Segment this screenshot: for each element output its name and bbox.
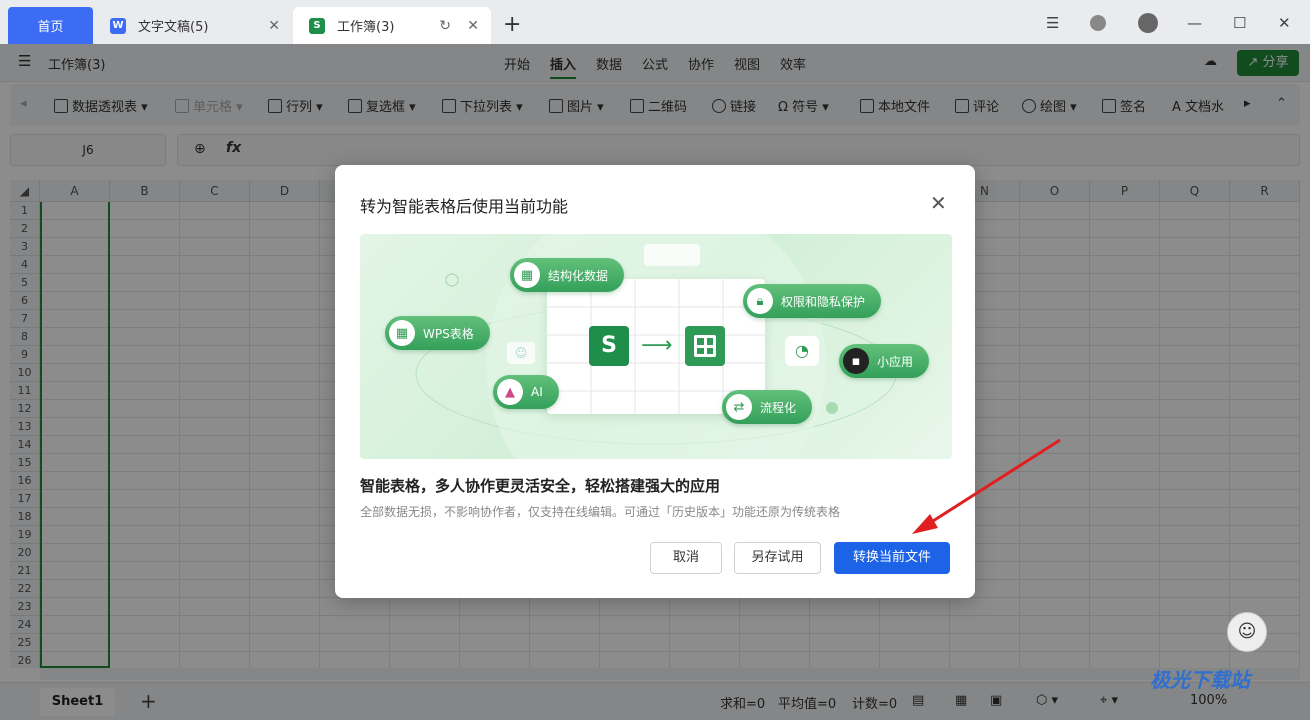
cancel-button[interactable]: 取消 (650, 542, 722, 574)
maximize-icon[interactable]: ☐ (1233, 14, 1246, 32)
table-icon: ▦ (514, 262, 540, 288)
chat-icon[interactable] (1090, 15, 1106, 31)
convert-dialog: 转为智能表格后使用当前功能 ✕ S ⟶ ▦ 结构化数据 🔒︎ 权限和隐私保护 ▦… (335, 165, 975, 598)
menu-icon[interactable]: ☰ (1046, 14, 1059, 32)
avatar[interactable] (1138, 13, 1158, 33)
spreadsheet-icon: ▦ (389, 320, 415, 346)
refresh-icon[interactable]: ↻ (439, 18, 451, 34)
tab-document[interactable]: W 文字文稿(5) ✕ (100, 7, 292, 44)
tab-workbook-label: 工作簿(3) (337, 20, 395, 35)
smart-table-logo (685, 326, 725, 366)
wps-spreadsheet-logo: S (589, 326, 629, 366)
word-doc-icon: W (110, 17, 126, 34)
pill-ai: ▲ AI (493, 375, 559, 409)
tab-bar: 首页 W 文字文稿(5) ✕ S 工作簿(3) ↻ ✕ + ☰ — ☐ ✕ (0, 0, 1310, 44)
new-tab-button[interactable]: + (503, 12, 521, 37)
dialog-title: 转为智能表格后使用当前功能 (360, 197, 569, 216)
user-icon: ☺ (507, 342, 535, 364)
tab-workbook[interactable]: S 工作簿(3) ↻ ✕ (293, 7, 491, 44)
tab-home[interactable]: 首页 (8, 7, 93, 44)
app-icon: ▪ (843, 348, 869, 374)
tab-document-label: 文字文稿(5) (138, 20, 209, 35)
pill-miniapp: ▪ 小应用 (839, 344, 930, 378)
pill-permission-label: 权限和隐私保护 (781, 294, 866, 309)
pill-structured-data: ▦ 结构化数据 (510, 258, 625, 292)
pill-flow: ⇄ 流程化 (722, 390, 813, 424)
ai-icon: ▲ (497, 379, 523, 405)
close-icon[interactable]: ✕ (268, 18, 280, 34)
dialog-description: 全部数据无损，不影响协作者，仅支持在线编辑。可通过「历史版本」功能还原为传统表格 (360, 505, 841, 519)
pill-permission: 🔒︎ 权限和隐私保护 (743, 284, 882, 318)
pill-miniapp-label: 小应用 (877, 354, 914, 369)
pill-wps-label: WPS表格 (423, 326, 474, 341)
tab-home-label: 首页 (37, 20, 64, 35)
annotation-arrow (912, 438, 1061, 534)
pill-structured-label: 结构化数据 (548, 268, 609, 283)
site-watermark: 极光下载站 (1150, 668, 1250, 692)
window-close-icon[interactable]: ✕ (1278, 14, 1291, 32)
save-as-trial-button[interactable]: 另存试用 (734, 542, 821, 574)
pill-ai-label: AI (531, 385, 543, 399)
spreadsheet-icon: S (309, 17, 325, 34)
flow-icon: ⇄ (726, 394, 752, 420)
feature-banner: S ⟶ ▦ 结构化数据 🔒︎ 权限和隐私保护 ▦ WPS表格 ▪ 小应用 ▲ AI ⇄ 流程… (360, 234, 952, 459)
pie-chart-icon: ◔ (785, 336, 819, 366)
minimize-icon[interactable]: — (1187, 14, 1202, 32)
close-icon[interactable]: ✕ (930, 191, 947, 215)
convert-file-button[interactable]: 转换当前文件 (834, 542, 950, 574)
pill-wps: ▦ WPS表格 (385, 316, 490, 350)
close-icon[interactable]: ✕ (467, 18, 479, 34)
lock-icon: 🔒︎ (747, 288, 773, 314)
pill-flow-label: 流程化 (760, 400, 797, 415)
arrow-right-icon: ⟶ (641, 333, 673, 358)
dialog-headline: 智能表格，多人协作更灵活安全，轻松搭建强大的应用 (360, 477, 721, 495)
assistant-icon[interactable]: ☺ (1227, 612, 1267, 652)
